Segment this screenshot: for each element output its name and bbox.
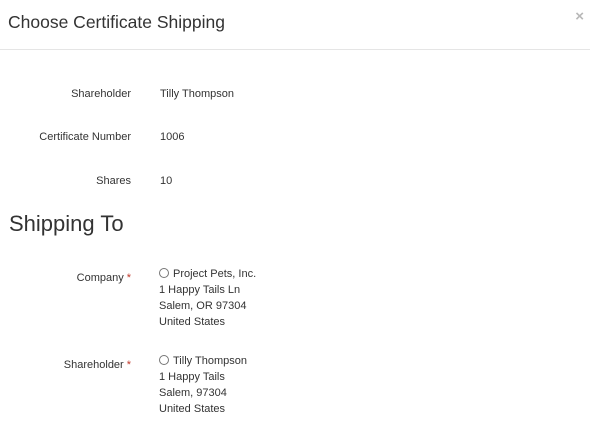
shareholder-field-label: Shareholder *: [64, 357, 131, 373]
shareholder-address-line2: Salem, 97304: [159, 387, 227, 399]
company-radio-button[interactable]: [159, 268, 169, 278]
company-label-text: Company: [76, 272, 124, 284]
modal-title: Choose Certificate Shipping: [8, 12, 225, 32]
shipping-to-heading: Shipping To: [9, 211, 124, 236]
shareholder-value: Tilly Thompson: [160, 88, 234, 100]
shareholder-radio-button[interactable]: [159, 355, 169, 365]
company-address-line1: 1 Happy Tails Ln: [159, 284, 241, 296]
shareholder-address-line1: 1 Happy Tails: [159, 371, 225, 383]
company-address-line2: Salem, OR 97304: [159, 300, 247, 312]
modal-header: Choose Certificate Shipping ×: [0, 0, 590, 50]
certificate-number-value: 1006: [160, 131, 185, 143]
shareholder-country: United States: [159, 403, 226, 415]
company-name: Project Pets, Inc.: [173, 268, 257, 280]
close-icon[interactable]: ×: [575, 9, 584, 25]
required-asterisk: *: [126, 272, 131, 284]
certificate-shipping-modal: Choose Certificate Shipping × Shareholde…: [0, 0, 590, 431]
required-asterisk: *: [126, 359, 131, 371]
certificate-number-label: Certificate Number: [39, 131, 131, 143]
shareholder-label: Shareholder: [71, 88, 131, 100]
company-country: United States: [159, 316, 226, 328]
shareholder-option-name: Tilly Thompson: [173, 355, 247, 367]
company-radio-line[interactable]: Project Pets, Inc.: [159, 266, 256, 282]
company-address-option[interactable]: Project Pets, Inc. 1 Happy Tails Ln Sale…: [159, 266, 256, 330]
shares-label: Shares: [96, 175, 131, 187]
shareholder-address-option[interactable]: Tilly Thompson 1 Happy Tails Salem, 9730…: [159, 353, 247, 417]
shareholder-option-label-text: Shareholder: [63, 359, 124, 371]
shares-value: 10: [160, 175, 173, 187]
company-field-label: Company *: [77, 270, 131, 286]
shareholder-radio-line[interactable]: Tilly Thompson: [159, 353, 247, 369]
